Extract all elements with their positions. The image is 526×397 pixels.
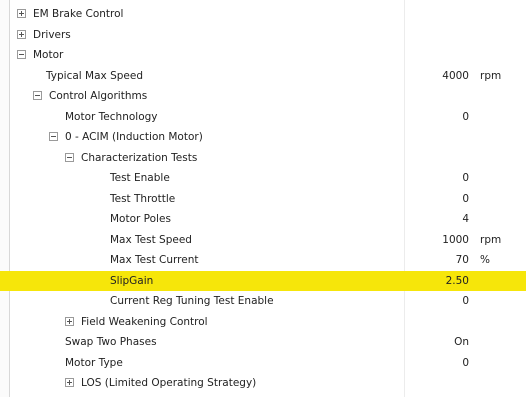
param-motor-technology[interactable]: Motor Technology 0 (0, 107, 526, 128)
tree-node-los[interactable]: LOS (Limited Operating Strategy) (0, 373, 526, 394)
param-value[interactable]: 4000 (399, 66, 469, 87)
collapse-icon[interactable] (49, 132, 58, 141)
param-max-test-current[interactable]: Max Test Current 70 % (0, 250, 526, 271)
node-label: Drivers (33, 28, 71, 41)
param-label: Test Throttle (110, 192, 176, 205)
tree-node-drivers[interactable]: Drivers (0, 25, 526, 46)
param-test-throttle[interactable]: Test Throttle 0 (0, 189, 526, 210)
param-value[interactable]: On (399, 332, 469, 353)
param-label: Current Reg Tuning Test Enable (110, 295, 274, 307)
param-label: Max Test Speed (110, 233, 192, 246)
param-value[interactable]: 1000 (399, 230, 469, 251)
param-current-reg-tuning-test-enable[interactable]: Current Reg Tuning Test Enable 0 (0, 291, 526, 312)
node-label: EM Brake Control (33, 8, 124, 20)
param-label: Motor Type (65, 356, 123, 369)
param-label: Max Test Current (110, 254, 199, 266)
node-label: 0 - ACIM (Induction Motor) (65, 131, 203, 143)
node-label: Field Weakening Control (81, 315, 208, 328)
tree-node-characterization-tests[interactable]: Characterization Tests (0, 148, 526, 169)
expand-icon[interactable] (17, 29, 26, 39)
param-label: Motor Poles (110, 213, 171, 225)
parameter-tree: EM Brake Control Drivers Motor Typical M… (0, 4, 526, 394)
param-max-test-speed[interactable]: Max Test Speed 1000 rpm (0, 230, 526, 251)
param-slipgain-selected[interactable]: SlipGain 2.50 (0, 270, 526, 292)
tree-node-field-weakening-control[interactable]: Field Weakening Control (0, 312, 526, 333)
param-test-enable[interactable]: Test Enable 0 (0, 168, 526, 189)
node-label: Characterization Tests (81, 151, 198, 164)
param-value[interactable]: 0 (399, 291, 469, 312)
tree-node-motor[interactable]: Motor (0, 45, 526, 66)
param-label: Motor Technology (65, 110, 158, 123)
collapse-icon[interactable] (17, 50, 26, 59)
param-value[interactable]: 4 (399, 209, 469, 230)
param-unit: rpm (480, 233, 502, 246)
tree-node-control-algorithms[interactable]: Control Algorithms (0, 86, 526, 107)
node-label: LOS (Limited Operating Strategy) (81, 377, 257, 389)
tree-node-acim[interactable]: 0 - ACIM (Induction Motor) (0, 127, 526, 148)
expand-icon[interactable] (65, 378, 74, 387)
param-unit: rpm (480, 69, 502, 82)
param-label: Test Enable (110, 172, 170, 184)
param-motor-poles[interactable]: Motor Poles 4 (0, 209, 526, 230)
expand-icon[interactable] (17, 9, 26, 18)
collapse-icon[interactable] (33, 91, 42, 100)
param-label: Typical Max Speed (46, 69, 143, 82)
node-label: Control Algorithms (49, 90, 148, 102)
tree-node-em-brake-control[interactable]: EM Brake Control (0, 4, 526, 25)
param-value[interactable]: 0 (399, 168, 469, 189)
param-unit: % (480, 254, 490, 266)
param-label: Swap Two Phases (65, 336, 157, 348)
param-label: SlipGain (110, 274, 154, 287)
param-value[interactable]: 0 (399, 189, 469, 210)
param-motor-type[interactable]: Motor Type 0 (0, 353, 526, 374)
expand-icon[interactable] (65, 316, 74, 326)
param-swap-two-phases[interactable]: Swap Two Phases On (0, 332, 526, 353)
collapse-icon[interactable] (65, 152, 74, 162)
param-value[interactable]: 0 (399, 107, 469, 128)
param-value[interactable]: 70 (399, 250, 469, 271)
param-typical-max-speed[interactable]: Typical Max Speed 4000 rpm (0, 66, 526, 87)
param-value[interactable]: 2.50 (399, 271, 469, 292)
param-value[interactable]: 0 (399, 353, 469, 374)
node-label: Motor (33, 49, 64, 61)
